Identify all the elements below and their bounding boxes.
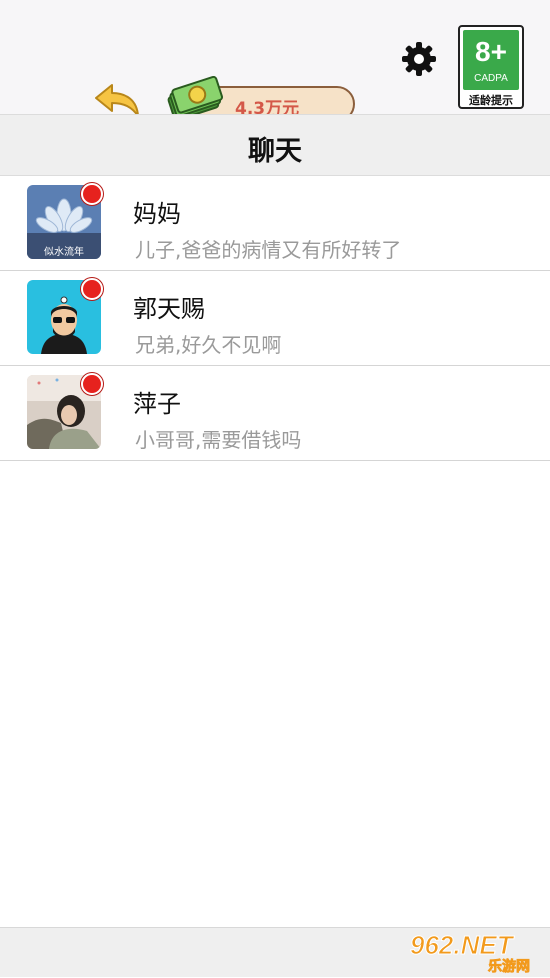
svg-text:乐游网: 乐游网 <box>488 958 530 974</box>
chat-name: 萍子 <box>133 390 181 418</box>
svg-text:962.NET: 962.NET <box>410 930 515 960</box>
age-rating-tip: 适龄提示 <box>469 94 513 107</box>
chat-name: 郭天赐 <box>133 295 205 323</box>
top-bar: 4.3万元 8+ CADPA 适龄提示 <box>0 0 550 122</box>
age-rating-org: CADPA <box>474 73 508 84</box>
unread-badge <box>81 278 103 300</box>
age-rating-badge: 8+ CADPA 适龄提示 <box>458 25 524 109</box>
chat-row-guotianci[interactable]: 郭天赐 兄弟,好久不见啊 <box>0 271 550 366</box>
chat-preview: 儿子,爸爸的病情又有所好转了 <box>135 238 402 262</box>
settings-gear-icon[interactable] <box>400 40 438 78</box>
age-rating-box: 8+ CADPA <box>463 30 519 90</box>
site-watermark-logo: 962.NET 乐游网 <box>406 928 542 976</box>
page-title: 聊天 <box>248 136 302 167</box>
age-rating-number: 8+ <box>475 36 507 67</box>
title-bar: 聊天 <box>0 114 550 176</box>
chat-row-pingzi[interactable]: 萍子 小哥哥,需要借钱吗 <box>0 366 550 461</box>
unread-badge <box>81 373 103 395</box>
chat-preview: 小哥哥,需要借钱吗 <box>135 428 302 452</box>
avatar-caption: 似水流年 <box>44 245 84 258</box>
chat-preview: 兄弟,好久不见啊 <box>135 333 282 357</box>
unread-badge <box>81 183 103 205</box>
chat-name: 妈妈 <box>133 200 181 228</box>
chat-list: 似水流年 妈妈 儿子,爸爸的病情又有所好转了 郭天赐 兄弟,好久不见啊 萍子 小… <box>0 176 550 461</box>
chat-row-mom[interactable]: 似水流年 妈妈 儿子,爸爸的病情又有所好转了 <box>0 176 550 271</box>
